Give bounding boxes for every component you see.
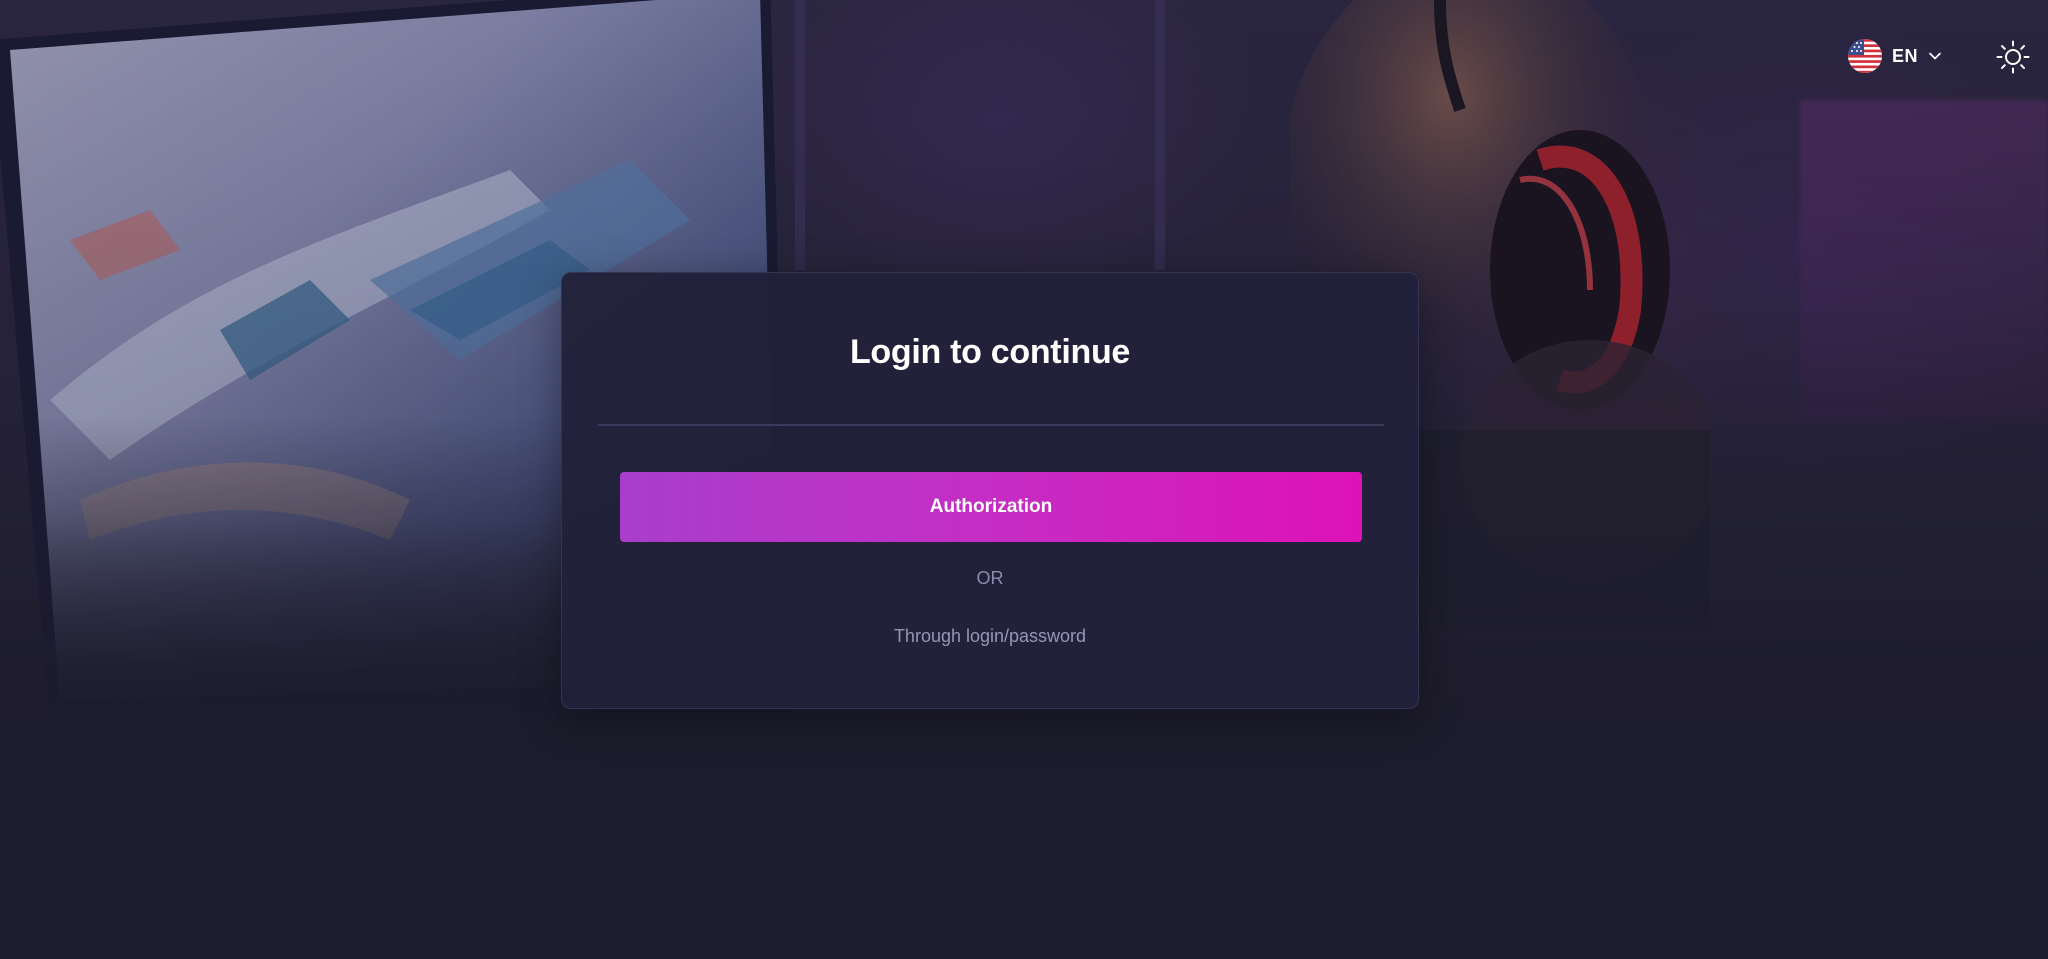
authorization-button[interactable]: Authorization xyxy=(620,472,1362,542)
us-flag-icon xyxy=(1848,39,1882,73)
title-divider xyxy=(598,424,1384,426)
sun-icon[interactable] xyxy=(1996,40,2030,74)
login-card: Login to continue Authorization OR Throu… xyxy=(561,272,1419,709)
background-post xyxy=(1155,0,1165,270)
chevron-down-icon xyxy=(1929,52,1941,60)
or-separator: OR xyxy=(976,568,1004,588)
login-title: Login to continue xyxy=(849,333,1131,371)
background-post xyxy=(795,0,805,270)
language-code: EN xyxy=(1892,45,1919,66)
background-shelf xyxy=(1800,100,2048,420)
login-page: EN Login to continue Authorization OR Th… xyxy=(0,0,2048,959)
language-selector[interactable]: EN xyxy=(1848,38,1942,74)
login-password-link[interactable]: Through login/password xyxy=(562,626,1418,647)
